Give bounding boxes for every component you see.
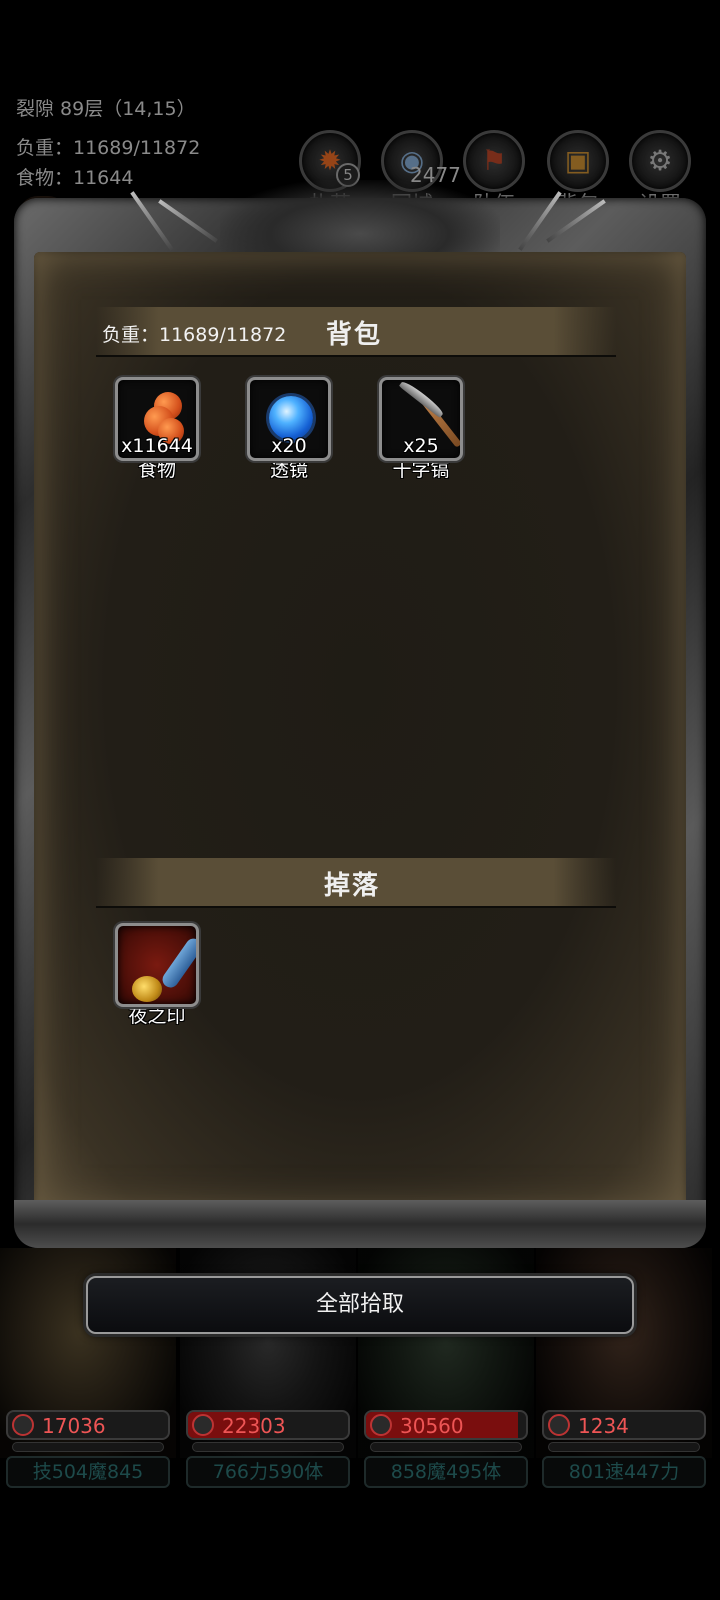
- hero-stats-text: 801速447力: [568, 1461, 680, 1483]
- bag-item-lens[interactable]: x20 透镜: [247, 377, 331, 482]
- hp-icon: [548, 1414, 570, 1436]
- hp-icon: [192, 1414, 214, 1436]
- hp-icon: [12, 1414, 34, 1436]
- hero-stats: 766力590体: [186, 1456, 350, 1488]
- hp-value: 30560: [400, 1414, 464, 1438]
- gear-icon: ⚙: [629, 130, 691, 192]
- drop-section-header: 掉落: [96, 858, 616, 908]
- food-icon: x11644: [115, 377, 199, 461]
- hud-weight: 负重：11689/11872: [16, 137, 201, 159]
- hero-stats: 801速447力: [542, 1456, 706, 1488]
- pickaxe-icon: x25: [379, 377, 463, 461]
- drop-item-seal[interactable]: 夜之印: [115, 923, 199, 1028]
- hp-value: 1234: [578, 1414, 629, 1438]
- pick-all-label: 全部拾取: [315, 1292, 404, 1317]
- hero-stats-text: 858魔495体: [390, 1461, 502, 1483]
- floor-location: 裂隙 89层（14,15）: [16, 98, 196, 120]
- frame-bottom-ornament: [14, 1200, 706, 1248]
- drop-title: 掉落: [324, 871, 381, 901]
- bag-item-food[interactable]: x11644 食物: [115, 377, 199, 482]
- item-quantity: x11644: [121, 435, 193, 457]
- hp-value: 22303: [222, 1414, 286, 1438]
- mp-bar: [12, 1442, 164, 1452]
- hp-value: 17036: [42, 1414, 106, 1438]
- mp-bar: [192, 1442, 344, 1452]
- seal-icon: [115, 923, 199, 1007]
- hp-bar: 22303: [186, 1410, 350, 1440]
- mp-bar: [370, 1442, 522, 1452]
- bag-item-pickaxe[interactable]: x25 十字镐: [379, 377, 463, 482]
- pick-all-button[interactable]: 全部拾取: [86, 1276, 634, 1334]
- backpack-icon: ▣: [547, 130, 609, 192]
- backpack-title: 背包: [326, 320, 383, 350]
- lens-icon: x20: [247, 377, 331, 461]
- hp-icon: [370, 1414, 392, 1436]
- hero-stats: 技504魔845: [6, 1456, 170, 1488]
- mp-bar: [548, 1442, 700, 1452]
- hp-bar: 1234: [542, 1410, 706, 1440]
- hp-bar: 30560: [364, 1410, 528, 1440]
- backpack-weight: 负重：11689/11872: [102, 324, 287, 346]
- hud-food: 食物：11644: [16, 167, 134, 189]
- backpack-section-header: 负重：11689/11872 背包: [96, 307, 616, 357]
- hero-stats: 858魔495体: [364, 1456, 528, 1488]
- hero-stats-text: 766力590体: [212, 1461, 324, 1483]
- item-quantity: x20: [271, 435, 307, 457]
- hero-stats-text: 技504魔845: [32, 1461, 144, 1483]
- item-quantity: x25: [403, 435, 439, 457]
- hp-bar: 17036: [6, 1410, 170, 1440]
